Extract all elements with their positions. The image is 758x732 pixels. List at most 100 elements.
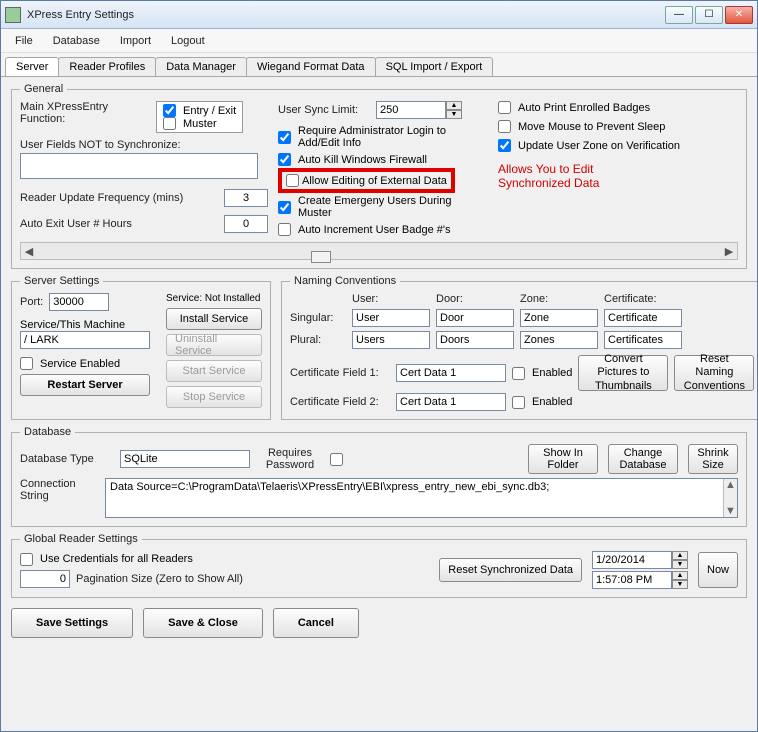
time-down-icon[interactable]: ▼ xyxy=(672,580,688,589)
auto-print-checkbox[interactable] xyxy=(498,101,511,114)
muster-label: Muster xyxy=(183,118,217,130)
spinner-down-icon[interactable]: ▼ xyxy=(446,110,462,119)
conn-string-label: Connection String xyxy=(20,478,99,502)
change-db-button[interactable]: Change Database xyxy=(608,444,678,474)
scroll-right-icon[interactable]: ▶ xyxy=(721,245,737,258)
db-type-input[interactable] xyxy=(120,450,250,468)
update-zone-checkbox[interactable] xyxy=(498,139,511,152)
create-emergency-checkbox[interactable] xyxy=(278,201,291,214)
pagination-label: Pagination Size (Zero to Show All) xyxy=(76,573,243,585)
uninstall-service-button[interactable]: Uninstall Service xyxy=(166,334,262,356)
user-sync-limit-input[interactable] xyxy=(376,101,446,119)
auto-print-label: Auto Print Enrolled Badges xyxy=(518,102,650,114)
sync-date-input[interactable] xyxy=(592,551,672,569)
cf2-input[interactable] xyxy=(396,393,506,411)
reset-naming-button[interactable]: Reset Naming Conventions xyxy=(674,355,754,391)
reader-update-freq-label: Reader Update Frequency (mins) xyxy=(20,192,183,204)
sync-time-input[interactable] xyxy=(592,571,672,589)
use-creds-label: Use Credentials for all Readers xyxy=(40,553,193,565)
time-up-icon[interactable]: ▲ xyxy=(672,571,688,580)
muster-checkbox[interactable] xyxy=(163,117,176,130)
red-note-1: Allows You to Edit xyxy=(498,162,738,176)
cert-plural-input[interactable] xyxy=(604,331,682,349)
service-status: Service: Not Installed xyxy=(166,293,262,304)
auto-exit-hours-input[interactable] xyxy=(224,215,268,233)
user-fields-not-sync-input[interactable] xyxy=(20,153,258,179)
textarea-scroll-up-icon[interactable]: ▲ xyxy=(725,479,736,491)
door-singular-input[interactable] xyxy=(436,309,514,327)
stop-service-button[interactable]: Stop Service xyxy=(166,386,262,408)
entry-exit-checkbox[interactable] xyxy=(163,104,176,117)
tab-reader-profiles[interactable]: Reader Profiles xyxy=(58,57,156,76)
tab-sql-import[interactable]: SQL Import / Export xyxy=(375,57,494,76)
restart-server-button[interactable]: Restart Server xyxy=(20,374,150,396)
pagination-size-input[interactable] xyxy=(20,570,70,588)
menu-database[interactable]: Database xyxy=(53,35,100,47)
move-mouse-checkbox[interactable] xyxy=(498,120,511,133)
install-service-button[interactable]: Install Service xyxy=(166,308,262,330)
menu-file[interactable]: File xyxy=(15,35,33,47)
user-sync-limit-label: User Sync Limit: xyxy=(278,104,370,116)
move-mouse-label: Move Mouse to Prevent Sleep xyxy=(518,121,665,133)
auto-exit-hours-label: Auto Exit User # Hours xyxy=(20,218,132,230)
reset-sync-button[interactable]: Reset Synchronized Data xyxy=(439,558,582,582)
spinner-up-icon[interactable]: ▲ xyxy=(446,101,462,110)
menu-import[interactable]: Import xyxy=(120,35,151,47)
auto-kill-fw-checkbox[interactable] xyxy=(278,153,291,166)
tab-server[interactable]: Server xyxy=(5,57,59,76)
use-creds-checkbox[interactable] xyxy=(20,553,33,566)
port-input[interactable] xyxy=(49,293,109,311)
global-reader-legend: Global Reader Settings xyxy=(20,533,142,545)
server-settings-legend: Server Settings xyxy=(20,275,103,287)
plural-row: Plural: xyxy=(290,334,346,346)
cert-singular-input[interactable] xyxy=(604,309,682,327)
cf1-enabled-checkbox[interactable] xyxy=(512,367,525,380)
require-admin-label: Require Administrator Login to Add/Edit … xyxy=(298,125,488,149)
user-singular-input[interactable] xyxy=(352,309,430,327)
start-service-button[interactable]: Start Service xyxy=(166,360,262,382)
save-close-button[interactable]: Save & Close xyxy=(143,608,263,638)
create-emergency-label: Create Emergeny Users During Muster xyxy=(298,195,488,219)
shrink-size-button[interactable]: Shrink Size xyxy=(688,444,738,474)
door-plural-input[interactable] xyxy=(436,331,514,349)
cancel-button[interactable]: Cancel xyxy=(273,608,359,638)
auto-inc-badge-label: Auto Increment User Badge #'s xyxy=(298,224,451,236)
port-label: Port: xyxy=(20,296,43,308)
cf2-enabled-label: Enabled xyxy=(532,396,572,408)
general-hscroll[interactable]: ◀ ▶ xyxy=(20,242,738,260)
zone-plural-input[interactable] xyxy=(520,331,598,349)
auto-inc-badge-checkbox[interactable] xyxy=(278,223,291,236)
date-up-icon[interactable]: ▲ xyxy=(672,551,688,560)
close-button[interactable]: ✕ xyxy=(725,6,753,24)
user-fields-not-sync-label: User Fields NOT to Synchronize: xyxy=(20,139,181,151)
service-machine-input[interactable] xyxy=(20,331,150,349)
cf1-input[interactable] xyxy=(396,364,506,382)
maximize-button[interactable]: ☐ xyxy=(695,6,723,24)
reader-update-freq-input[interactable] xyxy=(224,189,268,207)
req-pwd-checkbox[interactable] xyxy=(330,453,343,466)
cf2-enabled-checkbox[interactable] xyxy=(512,396,525,409)
require-admin-checkbox[interactable] xyxy=(278,131,291,144)
cf1-label: Certificate Field 1: xyxy=(290,367,390,379)
service-enabled-checkbox[interactable] xyxy=(20,357,33,370)
textarea-scroll-down-icon[interactable]: ▼ xyxy=(725,505,736,517)
tab-wiegand[interactable]: Wiegand Format Data xyxy=(246,57,376,76)
user-plural-input[interactable] xyxy=(352,331,430,349)
tab-data-manager[interactable]: Data Manager xyxy=(155,57,247,76)
minimize-button[interactable]: — xyxy=(665,6,693,24)
show-folder-button[interactable]: Show In Folder xyxy=(528,444,598,474)
menu-logout[interactable]: Logout xyxy=(171,35,205,47)
red-note-2: Synchronized Data xyxy=(498,176,738,190)
allow-edit-ext-checkbox[interactable] xyxy=(286,174,299,187)
scroll-thumb[interactable] xyxy=(311,251,331,263)
save-settings-button[interactable]: Save Settings xyxy=(11,608,133,638)
now-button[interactable]: Now xyxy=(698,552,738,588)
scroll-left-icon[interactable]: ◀ xyxy=(21,245,37,258)
convert-pictures-button[interactable]: Convert Pictures to Thumbnails xyxy=(578,355,668,391)
allow-edit-ext-label: Allow Editing of External Data xyxy=(302,175,447,187)
date-down-icon[interactable]: ▼ xyxy=(672,560,688,569)
zone-singular-input[interactable] xyxy=(520,309,598,327)
conn-string-field[interactable]: Data Source=C:\ProgramData\Telaeris\XPre… xyxy=(105,478,738,518)
db-type-label: Database Type xyxy=(20,453,110,465)
update-zone-label: Update User Zone on Verification xyxy=(518,140,680,152)
